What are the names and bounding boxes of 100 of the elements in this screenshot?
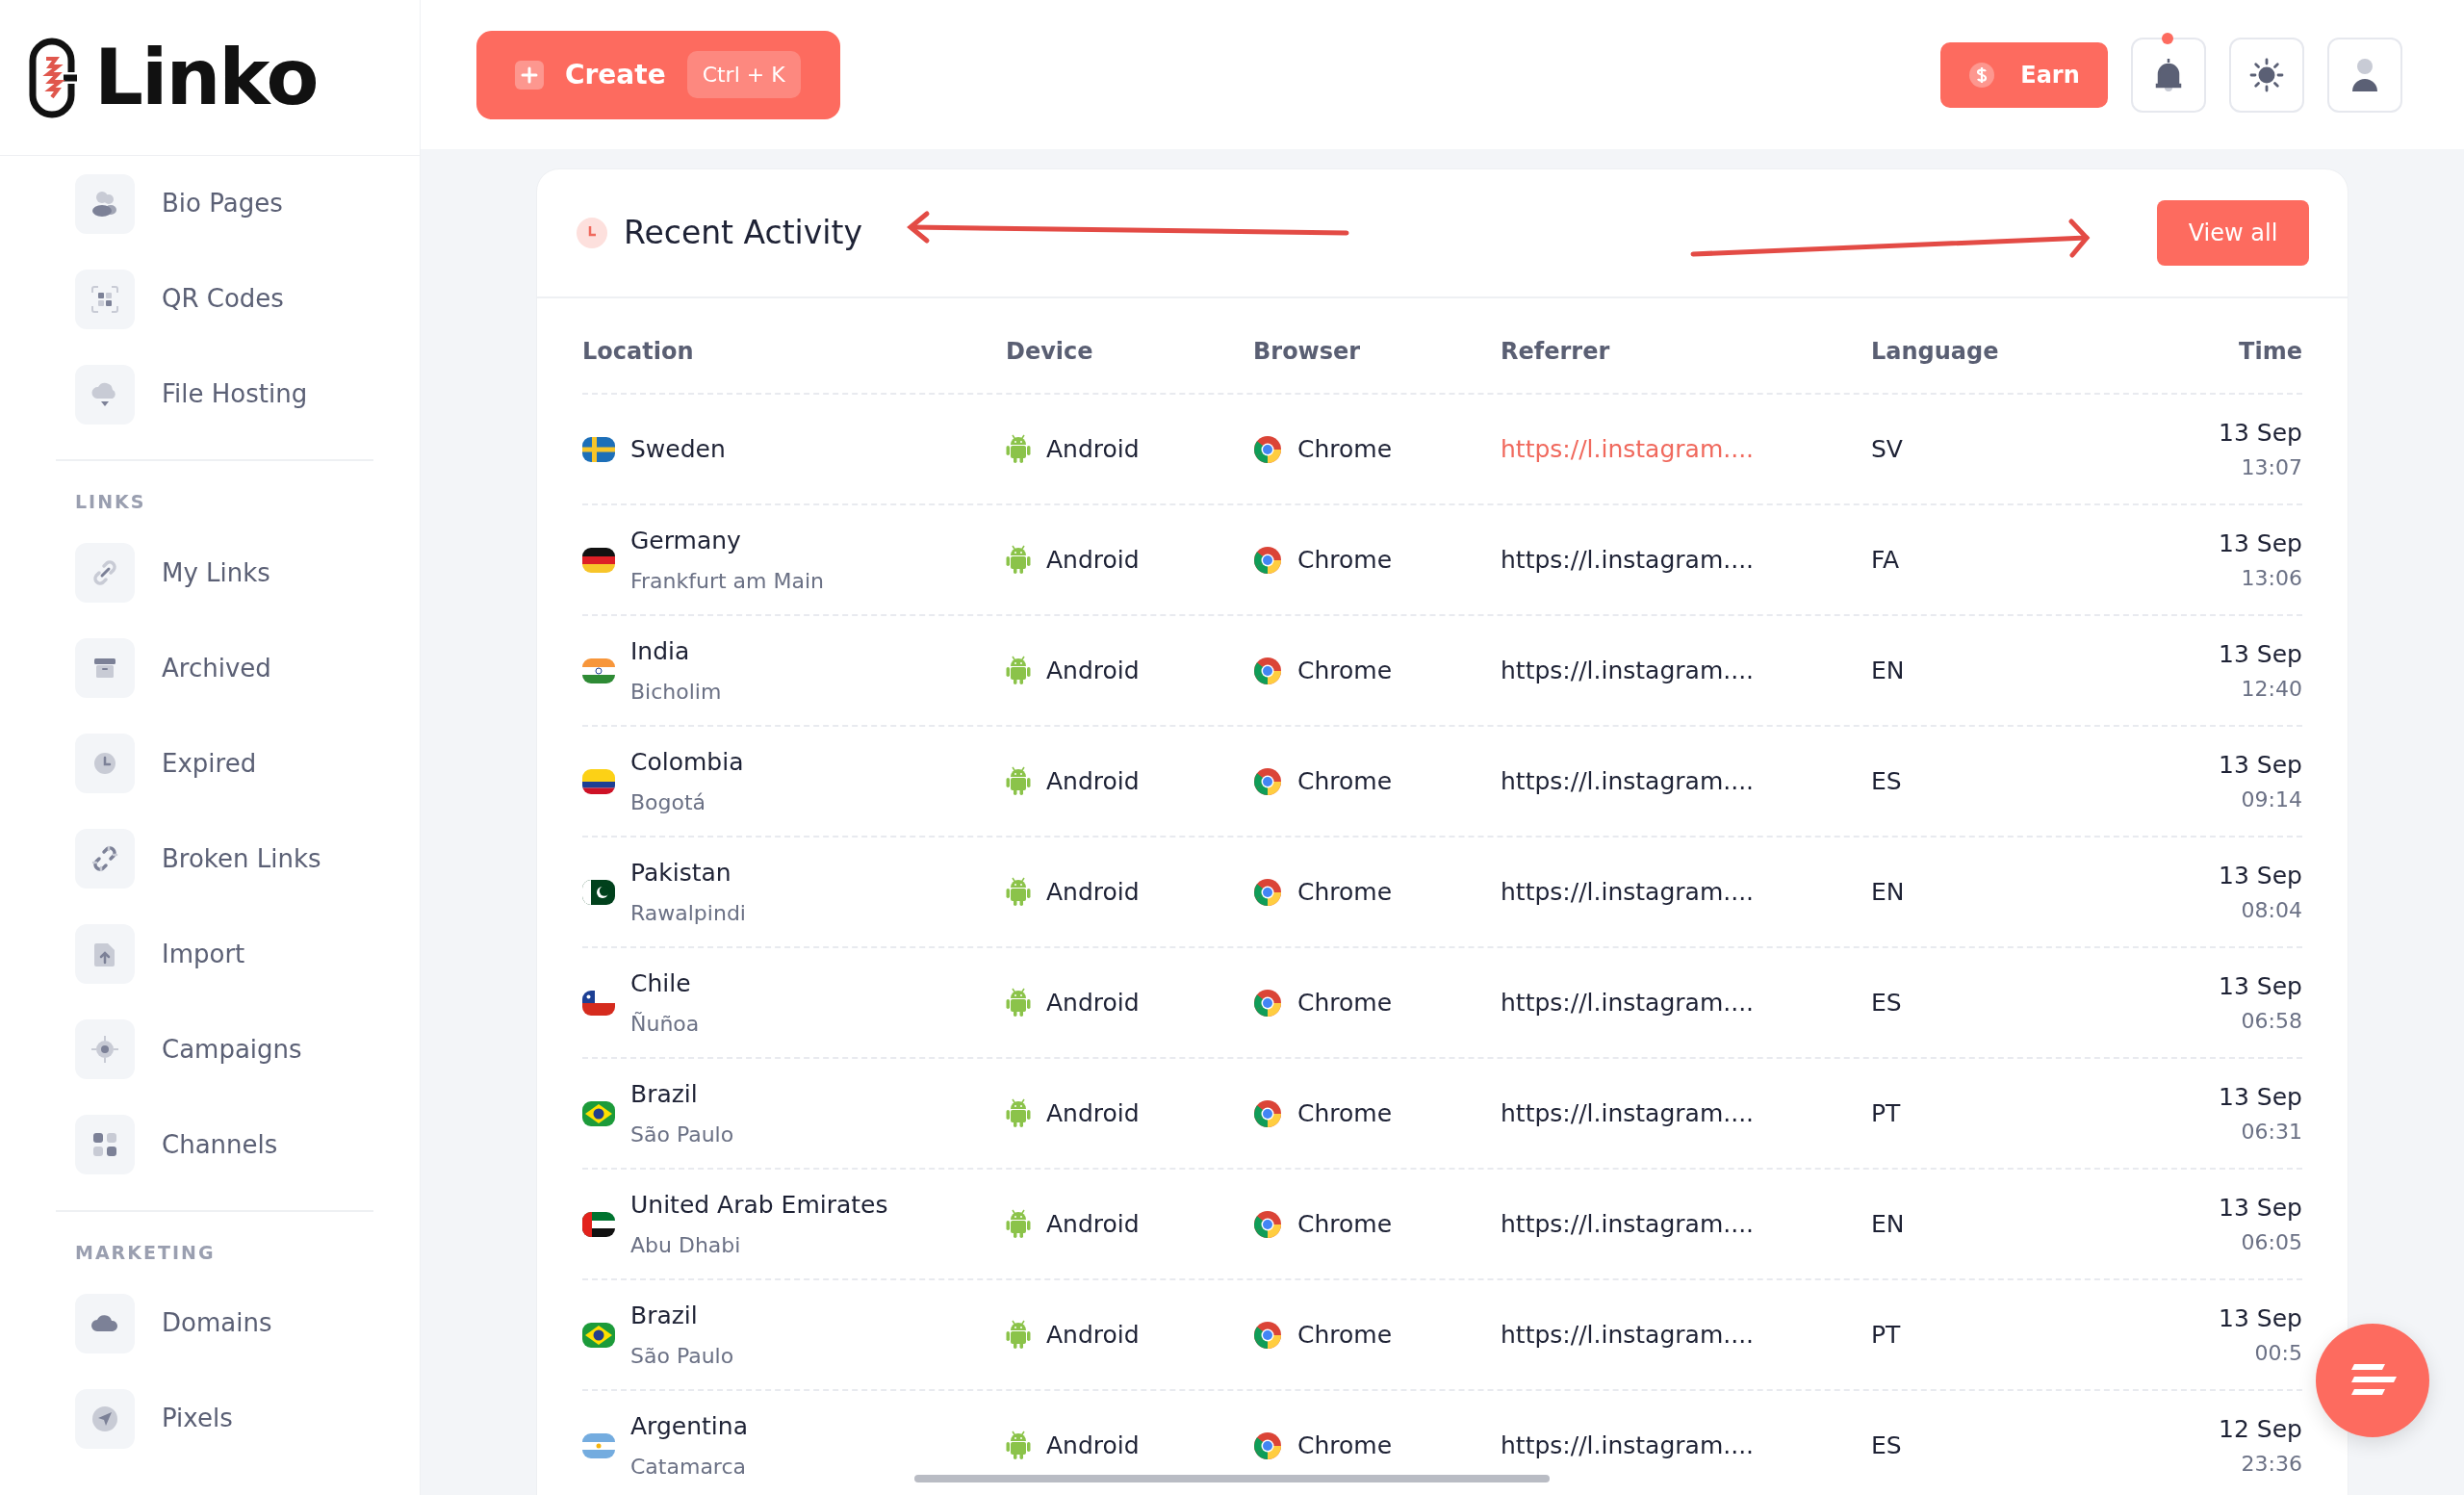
country-name: Germany — [630, 526, 742, 557]
time-text: 23:36 — [2241, 1450, 2302, 1478]
qr-code-icon — [90, 283, 120, 315]
referrer-link[interactable]: https://l.instagram.... — [1501, 1431, 1755, 1459]
sun-icon — [2249, 57, 2284, 92]
device-name: Android — [1046, 1430, 1140, 1461]
column-header: Location — [582, 337, 695, 367]
flag-icon — [582, 1432, 615, 1458]
sidebar-item[interactable]: Domains — [56, 1276, 373, 1371]
android-icon — [1006, 656, 1031, 685]
flag-icon — [582, 436, 615, 462]
browser-icon — [1253, 988, 1282, 1018]
time-text: 13:07 — [2241, 453, 2302, 481]
profile-button[interactable] — [2327, 37, 2402, 113]
city-name: São Paulo — [630, 1121, 734, 1148]
android-icon — [1006, 1098, 1031, 1128]
referrer-link[interactable]: https://l.instagram.... — [1501, 1098, 1755, 1127]
referrer-link[interactable]: https://l.instagram.... — [1501, 877, 1755, 906]
flag-icon — [582, 547, 615, 573]
sidebar-item[interactable]: My Links — [56, 525, 373, 621]
device-name: Android — [1046, 876, 1140, 908]
sidebar-item[interactable]: File Hosting — [56, 347, 373, 442]
android-icon — [1006, 877, 1031, 907]
sidebar-item[interactable]: Pixels — [56, 1371, 373, 1465]
referrer-link[interactable]: https://l.instagram.... — [1501, 988, 1755, 1017]
time-text: 00:5 — [2254, 1339, 2302, 1367]
referrer-link[interactable]: https://l.instagram.... — [1501, 656, 1755, 684]
column-header: Time — [2238, 337, 2302, 367]
browser-icon — [1253, 656, 1282, 685]
column-header: Browser — [1253, 337, 1362, 367]
date-text: 13 Sep — [2219, 528, 2302, 560]
language-code: PT — [1871, 1320, 1901, 1349]
sidebar-item[interactable]: Channels — [56, 1096, 373, 1193]
city-name: Abu Dhabi — [630, 1231, 742, 1259]
android-icon — [1006, 545, 1031, 575]
device-name: Android — [1046, 433, 1140, 465]
country-name: India — [630, 636, 691, 668]
date-text: 13 Sep — [2219, 1303, 2302, 1335]
flag-icon — [582, 1100, 615, 1126]
browser-icon — [1253, 1098, 1282, 1128]
city-name: Bicholim — [630, 678, 722, 706]
country-name: Chile — [630, 968, 692, 1000]
sidebar-item[interactable]: Campaigns — [56, 1001, 373, 1097]
language-code: EN — [1871, 1209, 1905, 1238]
sidebar-item[interactable]: Expired — [56, 715, 373, 812]
browser-icon — [1253, 766, 1282, 796]
browser-icon — [1253, 877, 1282, 907]
logo-icon — [29, 37, 79, 118]
browser-name: Chrome — [1297, 1430, 1393, 1461]
referrer-link[interactable]: https://l.instagram.... — [1501, 1209, 1755, 1238]
dollar-icon — [1968, 61, 1996, 89]
date-text: 13 Sep — [2219, 971, 2302, 1003]
column-header: Referrer — [1501, 337, 1611, 367]
date-text: 13 Sep — [2219, 639, 2302, 671]
country-name: Sweden — [630, 433, 726, 465]
sidebar-item[interactable]: QR Codes — [56, 251, 373, 347]
date-text: 13 Sep — [2219, 418, 2302, 450]
flag-icon — [582, 657, 615, 683]
browser-name: Chrome — [1297, 1097, 1393, 1129]
flag-icon — [582, 1211, 615, 1237]
date-text: 13 Sep — [2219, 750, 2302, 782]
flag-icon — [582, 990, 615, 1016]
browser-name: Chrome — [1297, 544, 1393, 576]
language-code: ES — [1871, 1431, 1902, 1459]
language-code: FA — [1871, 545, 1900, 574]
time-text: 08:04 — [2241, 896, 2302, 924]
referrer-link[interactable]: https://l.instagram.... — [1501, 545, 1755, 574]
android-icon — [1006, 1320, 1031, 1350]
country-name: Brazil — [630, 1301, 699, 1332]
scrollbar[interactable] — [914, 1475, 1550, 1482]
android-icon — [1006, 434, 1031, 464]
browser-icon — [1253, 434, 1282, 464]
time-text: 06:05 — [2241, 1228, 2302, 1256]
date-text: 12 Sep — [2219, 1414, 2302, 1446]
sidebar-item[interactable]: Broken Links — [56, 811, 373, 907]
referrer-link[interactable]: https://l.instagram.... — [1501, 1320, 1755, 1349]
date-text: 13 Sep — [2219, 861, 2302, 892]
date-text: 13 Sep — [2219, 1082, 2302, 1114]
android-icon — [1006, 766, 1031, 796]
sidebar-item[interactable]: Import — [56, 906, 373, 1002]
sidebar-item[interactable]: Bio Pages — [56, 156, 373, 251]
country-name: Brazil — [630, 1079, 699, 1111]
device-name: Android — [1046, 1097, 1140, 1129]
time-text: 13:06 — [2241, 564, 2302, 592]
user-icon — [2350, 57, 2379, 92]
sidebar-item[interactable]: Archived — [56, 620, 373, 716]
city-name: Catamarca — [630, 1453, 747, 1481]
theme-toggle-button[interactable] — [2229, 37, 2304, 113]
android-icon — [1006, 1431, 1031, 1460]
time-text: 06:58 — [2241, 1007, 2302, 1035]
target-icon — [90, 1034, 120, 1065]
city-name: Bogotá — [630, 788, 707, 816]
language-code: ES — [1871, 988, 1902, 1017]
device-name: Android — [1046, 1208, 1140, 1240]
city-name: Frankfurt am Main — [630, 567, 825, 595]
language-code: EN — [1871, 877, 1905, 906]
bell-icon — [2154, 56, 2183, 93]
section-heading: LINKS — [74, 490, 147, 514]
browser-name: Chrome — [1297, 433, 1393, 465]
referrer-link[interactable]: https://l.instagram.... — [1501, 766, 1755, 795]
